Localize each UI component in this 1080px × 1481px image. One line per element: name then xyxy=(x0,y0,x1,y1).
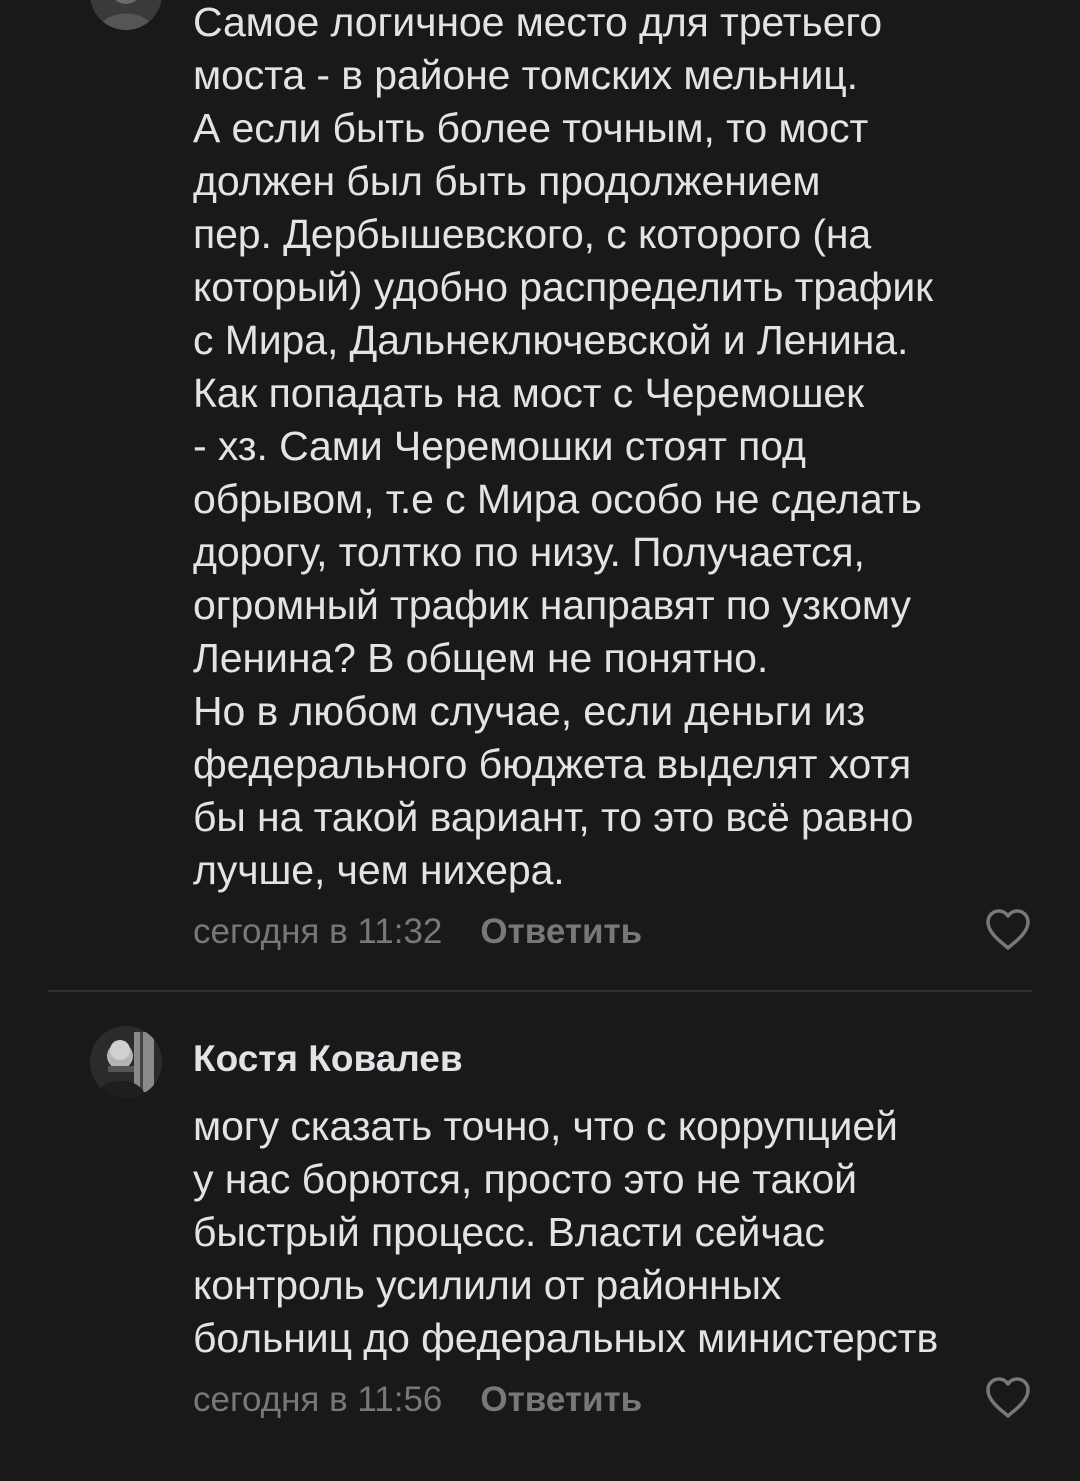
comment-author[interactable]: Костя Ковалев xyxy=(193,1038,463,1080)
comment-text: Самое логичное место для третьего моста … xyxy=(193,0,934,893)
heart-outline-icon[interactable] xyxy=(984,908,1032,952)
heart-outline-icon[interactable] xyxy=(984,1376,1032,1420)
comment-meta: сегодня в 11:32 Ответить xyxy=(193,910,642,954)
comment-divider xyxy=(48,990,1032,992)
avatar[interactable] xyxy=(90,1026,162,1098)
avatar-image xyxy=(90,1026,162,1098)
reply-button[interactable]: Ответить xyxy=(480,1380,642,1420)
avatar[interactable] xyxy=(90,0,162,30)
comment-meta: сегодня в 11:56 Ответить xyxy=(193,1378,642,1422)
comment-timestamp: сегодня в 11:32 xyxy=(193,912,443,951)
avatar-image xyxy=(90,0,162,30)
comment-text: могу сказать точно, что с коррупцией у н… xyxy=(193,1103,939,1361)
reply-button[interactable]: Ответить xyxy=(480,912,642,952)
comment-timestamp: сегодня в 11:56 xyxy=(193,1380,443,1419)
